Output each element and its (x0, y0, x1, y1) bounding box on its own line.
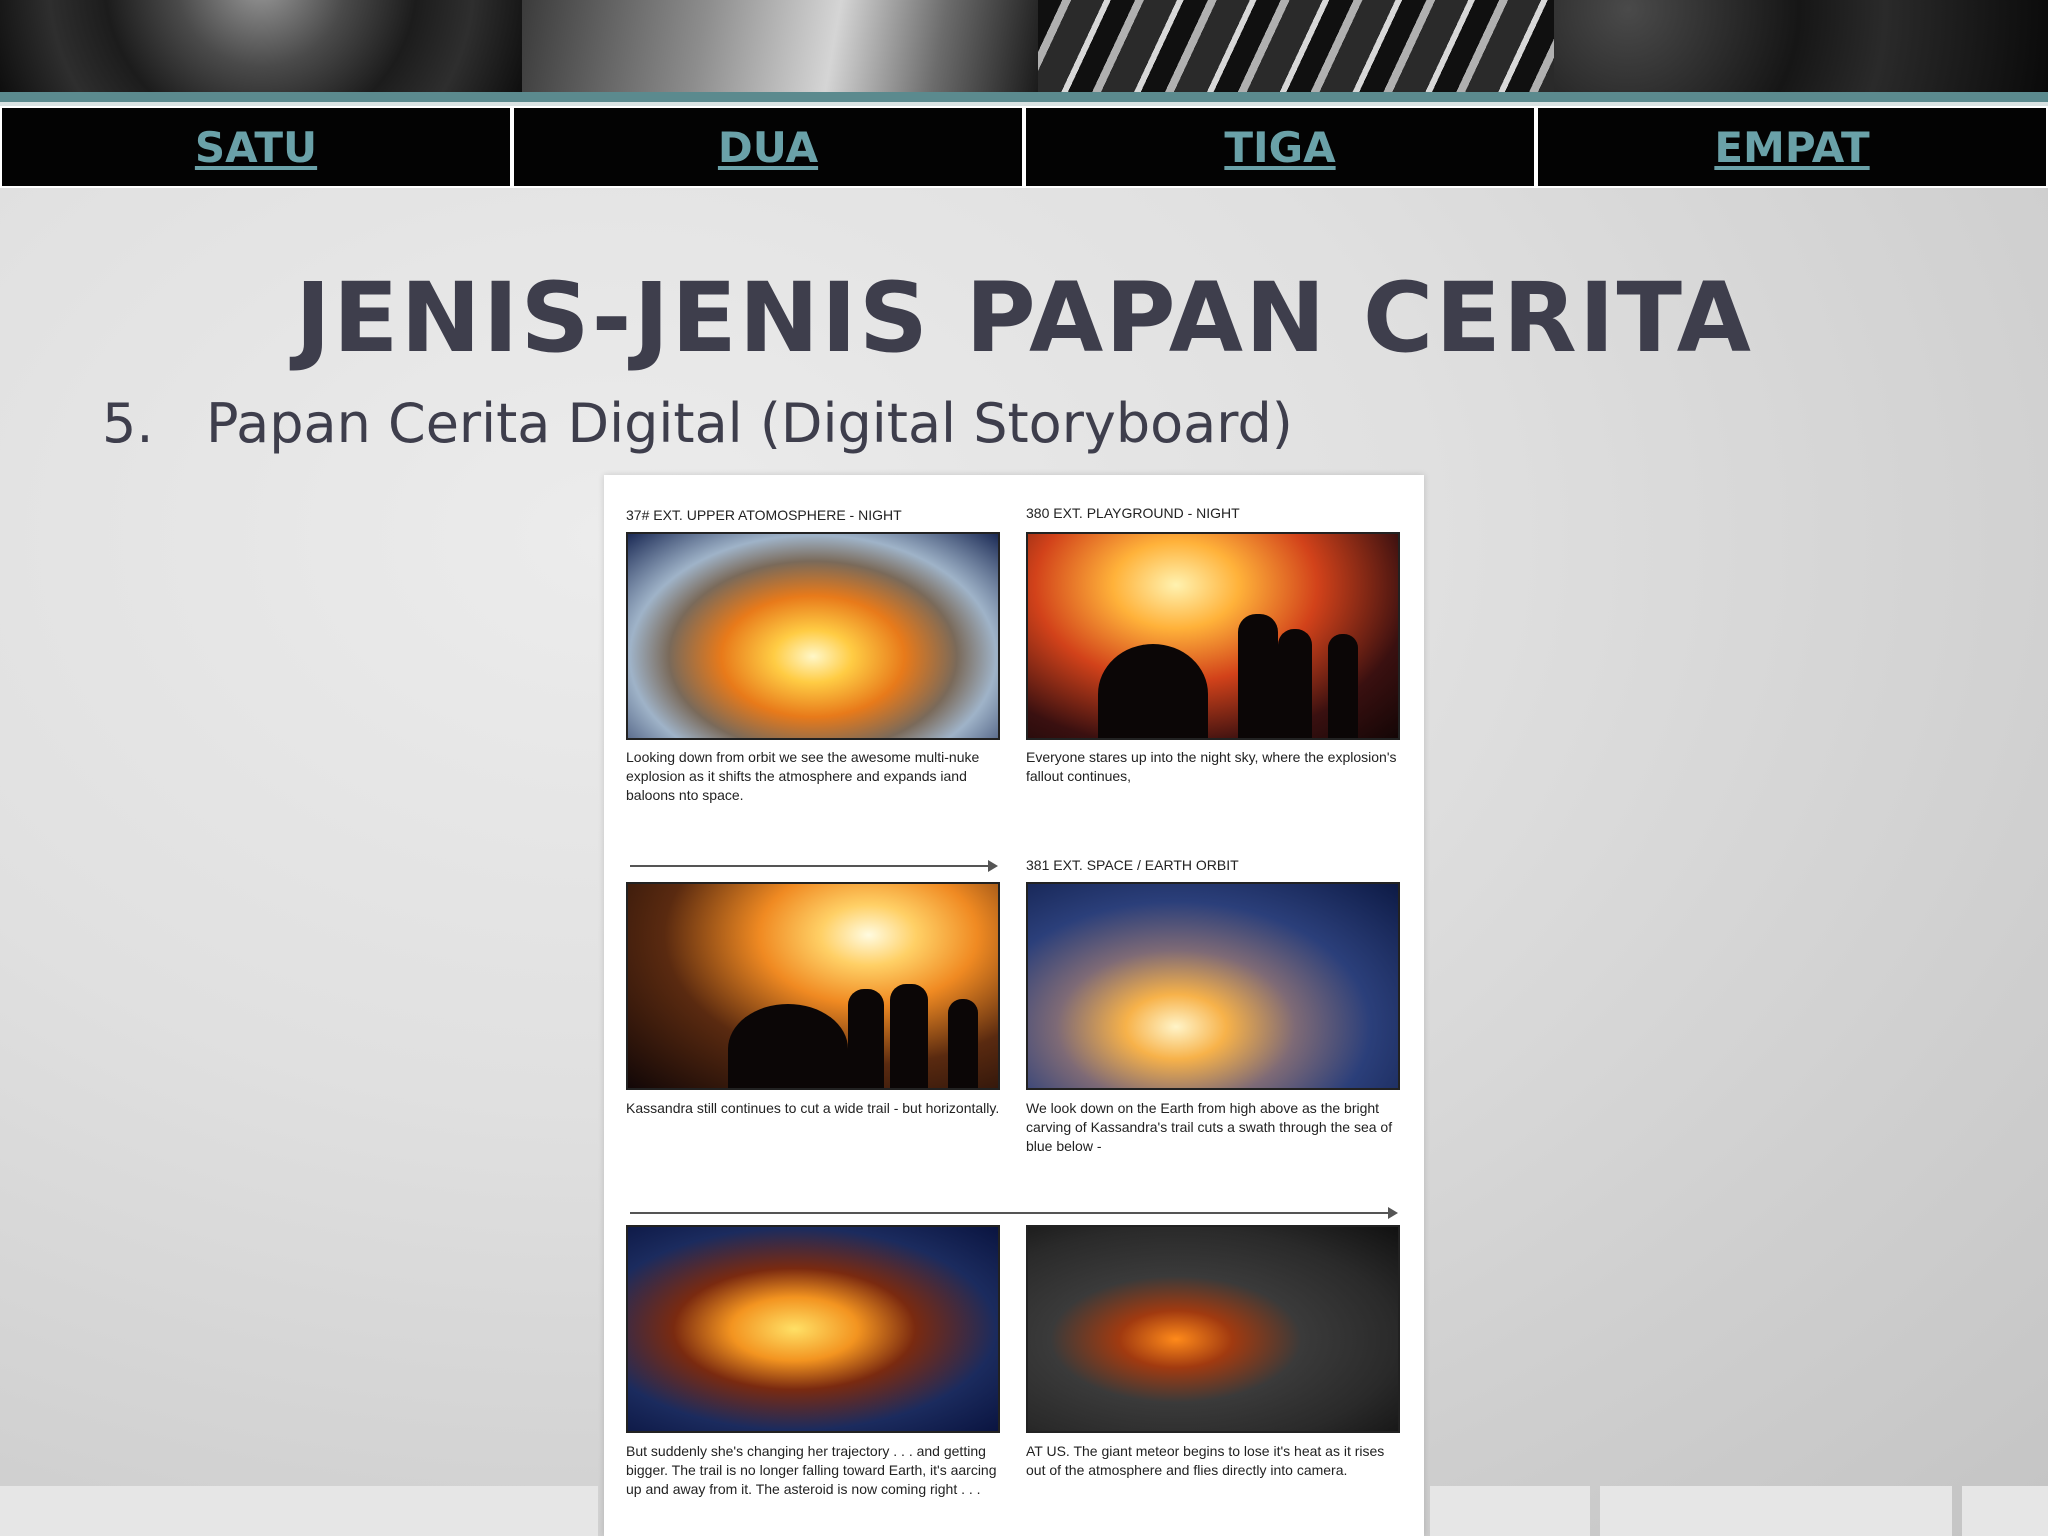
slide-navigation: SATU DUA TIGA EMPAT (0, 106, 2048, 188)
nav-cell-satu: SATU (2, 108, 510, 186)
slide-title: JENIS-JENIS PAPAN CERITA (295, 262, 1753, 374)
scene-label-1: 37# EXT. UPPER ATOMOSPHERE - NIGHT (626, 507, 902, 523)
transition-arrow (630, 1207, 1398, 1219)
storyboard-frame-trail (626, 882, 1000, 1090)
list-item-text: Papan Cerita Digital (Digital Storyboard… (206, 392, 1293, 455)
storyboard-image: 37# EXT. UPPER ATOMOSPHERE - NIGHT 380 E… (604, 475, 1424, 1536)
transition-arrow (630, 860, 998, 872)
caption-4: We look down on the Earth from high abov… (1026, 1100, 1393, 1154)
caption-6: AT US. The giant meteor begins to lose i… (1026, 1443, 1385, 1478)
banner-photo-metal (522, 0, 1038, 92)
storyboard-frame-asteroid (626, 1225, 1000, 1433)
caption-2: Everyone stares up into the night sky, w… (1026, 749, 1397, 784)
nav-cell-empat: EMPAT (1538, 108, 2046, 186)
nav-link-dua[interactable]: DUA (718, 123, 818, 172)
nav-link-tiga[interactable]: TIGA (1224, 123, 1335, 172)
storyboard-frame-playground (1026, 532, 1400, 740)
scene-label-2: 380 EXT. PLAYGROUND - NIGHT (1026, 505, 1240, 521)
caption-1: Looking down from orbit we see the aweso… (626, 749, 980, 803)
storyboard-frame-explosion (626, 532, 1000, 740)
list-item: 5. Papan Cerita Digital (Digital Storyboa… (102, 392, 1293, 455)
header-banner-image (0, 0, 2048, 92)
footer-bar (0, 1486, 2048, 1536)
list-item-number: 5. (102, 392, 154, 455)
caption-3: Kassandra still continues to cut a wide … (626, 1100, 1000, 1116)
nav-link-satu[interactable]: SATU (195, 123, 317, 172)
banner-photo-dark (1554, 0, 2048, 92)
banner-accent-stripe (0, 92, 2048, 102)
nav-cell-tiga: TIGA (1026, 108, 1534, 186)
storyboard-frame-earth-orbit (1026, 882, 1400, 1090)
storyboard-frame-meteor (1026, 1225, 1400, 1433)
nav-link-empat[interactable]: EMPAT (1714, 123, 1869, 172)
banner-photo-spokes (1038, 0, 1554, 92)
banner-photo-wheel (0, 0, 522, 92)
nav-cell-dua: DUA (514, 108, 1022, 186)
scene-label-4: 381 EXT. SPACE / EARTH ORBIT (1026, 857, 1239, 873)
